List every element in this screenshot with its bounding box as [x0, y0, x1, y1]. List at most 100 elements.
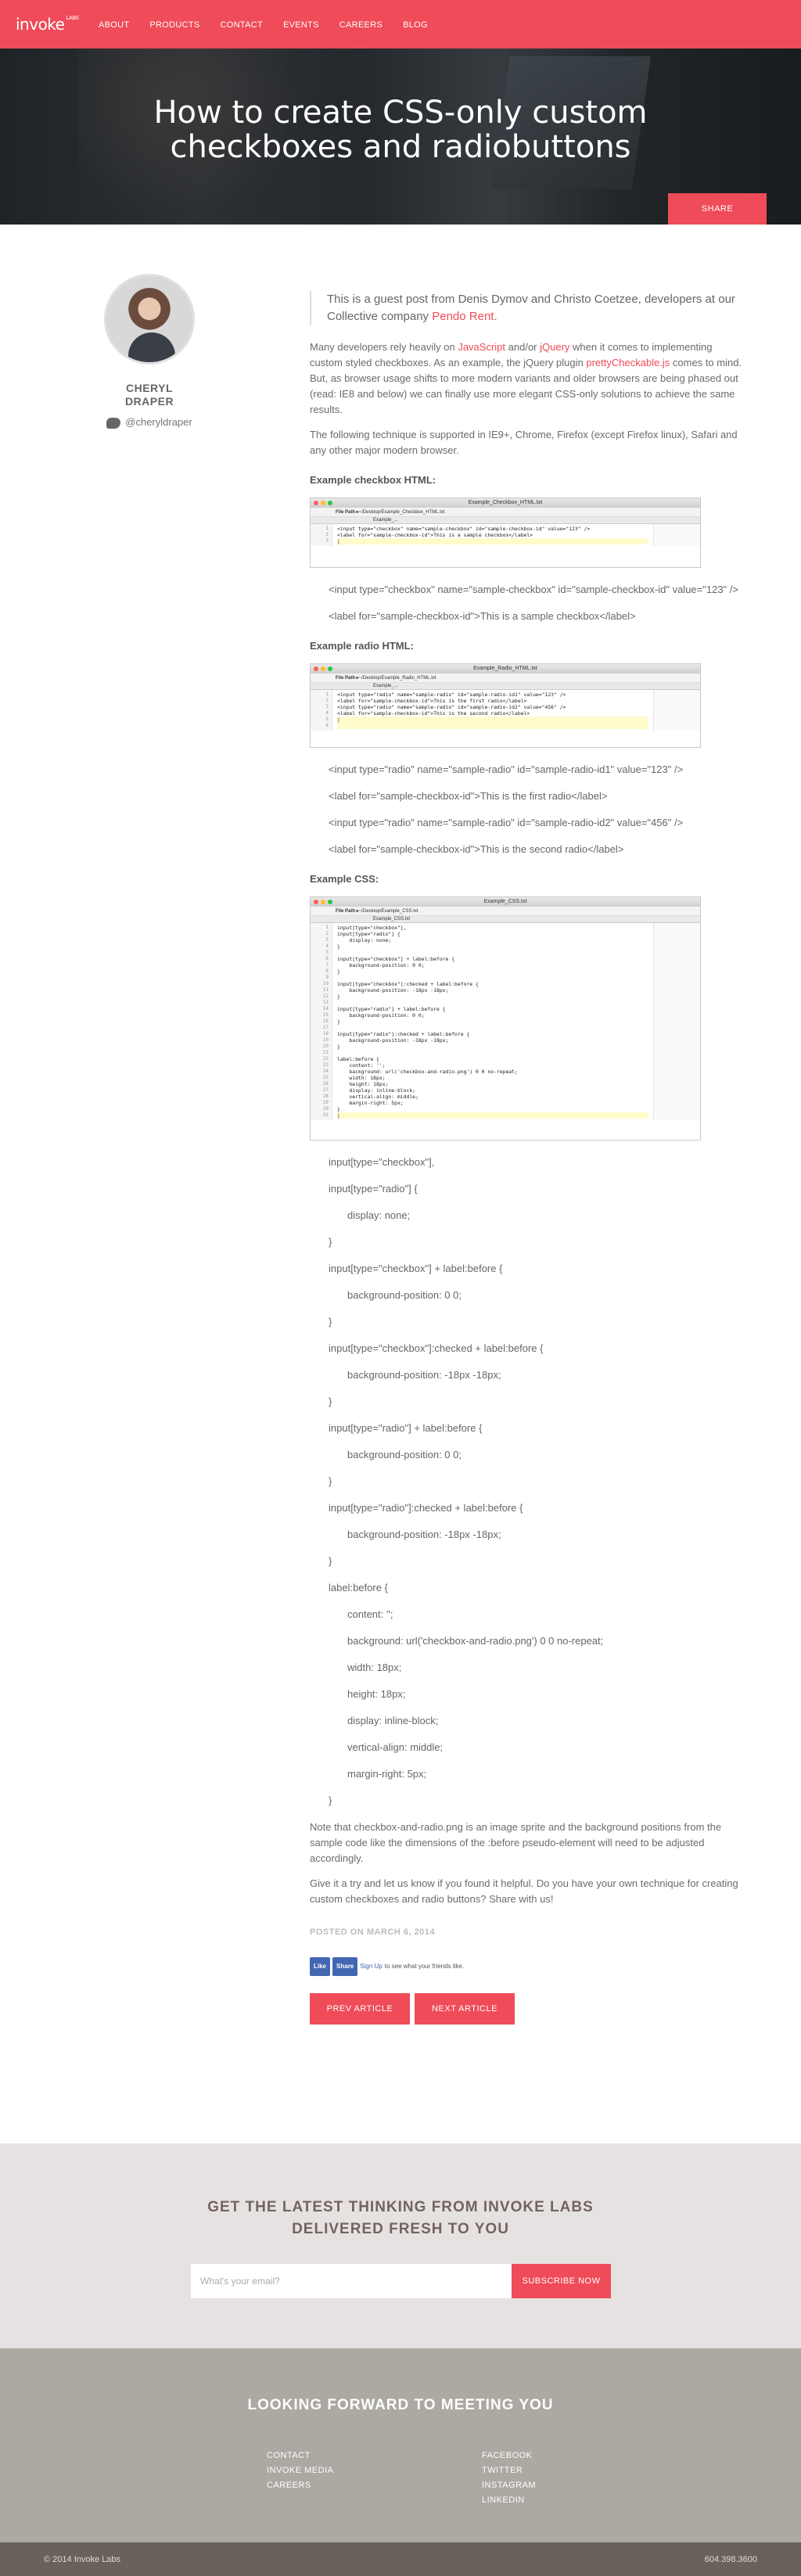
- checkbox-html-heading: Example checkbox HTML:: [310, 474, 436, 486]
- css-code-line: display: none;: [347, 1209, 411, 1221]
- css-code-line: }: [329, 1236, 332, 1248]
- site-footer: LOOKING FORWARD TO MEETING YOU CONTACT I…: [0, 2348, 801, 2542]
- fb-share-button[interactable]: Share: [332, 1957, 358, 1976]
- subscribe-button[interactable]: SUBSCRIBE NOW: [512, 2264, 611, 2298]
- twitter-icon: [106, 417, 121, 429]
- editor-path-bar: File Path ▸~/Desktop/Example_CSS.txt: [311, 907, 700, 916]
- editor-title-bar: Example_Radio_HTML.txt: [311, 664, 700, 674]
- css-editor-screenshot: Example_CSS.txt File Path ▸~/Desktop/Exam…: [310, 896, 701, 1141]
- radio-html-heading: Example radio HTML:: [310, 640, 414, 652]
- css-heading: Example CSS:: [310, 873, 379, 885]
- radio-editor-screenshot: Example_Radio_HTML.txt File Path ▸~/Deskt…: [310, 663, 701, 748]
- pendo-rent-link[interactable]: Pendo Rent: [432, 310, 494, 323]
- css-code-line: background: url('checkbox-and-radio.png'…: [347, 1635, 604, 1647]
- radio-code-line: <label for="sample-checkbox-id">This is …: [329, 843, 624, 855]
- css-code-line: width: 18px;: [347, 1662, 402, 1673]
- editor-tab: Example_...: [311, 683, 700, 690]
- article-pagination: PREV ARTICLE NEXT ARTICLE: [310, 1993, 744, 2025]
- newsletter-section: GET THE LATEST THINKING FROM INVOKE LABS…: [0, 2143, 801, 2348]
- editor-line-numbers: 123456: [311, 690, 332, 731]
- editor-path-bar: File Path ▸~/Desktop/Example_Radio_HTML.…: [311, 674, 700, 683]
- editor-title-bar: Example_Checkbox_HTML.txt: [311, 498, 700, 508]
- css-code-block: input[type="checkbox"], input[type="radio…: [310, 1155, 744, 1809]
- css-code-line: background-position: 0 0;: [347, 1289, 462, 1301]
- prettycheckable-link[interactable]: prettyCheckable.js: [586, 357, 670, 368]
- checkbox-editor-screenshot: Example_Checkbox_HTML.txt File Path ▸~/De…: [310, 498, 701, 568]
- css-code-line: background-position: 0 0;: [347, 1449, 462, 1460]
- author-twitter-handle[interactable]: @cheryldraper: [75, 416, 224, 429]
- invoke-logo[interactable]: invoke LABS: [16, 15, 79, 34]
- email-input[interactable]: [191, 2264, 512, 2298]
- editor-code: <input type="radio" name="sample-radio" …: [332, 690, 653, 731]
- facebook-like-widget: Like Share Sign Up to see what your frie…: [310, 1957, 744, 1976]
- fb-signup-link[interactable]: Sign Up: [360, 1959, 382, 1974]
- site-header: invoke LABS ABOUT PRODUCTS CONTACT EVENTS…: [0, 0, 801, 49]
- bottom-bar: © 2014 Invoke Labs 604.398.3600: [0, 2542, 801, 2576]
- css-code-line: input[type="radio"]:checked + label:befo…: [329, 1502, 523, 1514]
- nav-events[interactable]: EVENTS: [283, 20, 319, 30]
- editor-tab: Example_CSS.txt: [311, 916, 700, 923]
- css-code-line: height: 18px;: [347, 1688, 406, 1700]
- css-code-line: }: [329, 1316, 332, 1328]
- css-code-line: margin-right: 5px;: [347, 1768, 427, 1780]
- css-code-line: content: '';: [347, 1608, 393, 1620]
- page-title: How to create CSS-only custom checkboxes…: [153, 95, 648, 165]
- editor-title-bar: Example_CSS.txt: [311, 897, 700, 907]
- css-code-line: input[type="checkbox"],: [329, 1156, 435, 1168]
- editor-tab: Example_...: [311, 517, 700, 524]
- nav-blog[interactable]: BLOG: [403, 20, 428, 30]
- footer-link-linkedin[interactable]: LINKEDIN: [482, 2493, 536, 2508]
- jquery-link[interactable]: jQuery: [540, 341, 569, 353]
- nav-contact[interactable]: CONTACT: [221, 20, 263, 30]
- radio-code-line: <label for="sample-checkbox-id">This is …: [329, 790, 608, 802]
- article-body: This is a guest post from Denis Dymov an…: [310, 291, 744, 2025]
- css-code-line: input[type="radio"] + label:before {: [329, 1422, 483, 1434]
- nav-careers[interactable]: CAREERS: [339, 20, 383, 30]
- css-code-line: background-position: -18px -18px;: [347, 1369, 501, 1381]
- fb-like-button[interactable]: Like: [310, 1957, 331, 1976]
- paragraph-sprite-note: Note that checkbox-and-radio.png is an i…: [310, 1821, 722, 1864]
- nav-about[interactable]: ABOUT: [99, 20, 129, 30]
- css-code-line: background-position: -18px -18px;: [347, 1529, 501, 1540]
- editor-line-numbers: 123: [311, 524, 332, 546]
- checkbox-code-line: <label for="sample-checkbox-id">This is …: [329, 610, 636, 622]
- paragraph-intro: Many developers rely heavily on JavaScri…: [310, 341, 742, 415]
- next-article-button[interactable]: NEXT ARTICLE: [415, 1993, 515, 2025]
- radio-code-line: <input type="radio" name="sample-radio" …: [329, 817, 684, 828]
- css-code-line: label:before {: [329, 1582, 388, 1593]
- css-code-line: input[type="checkbox"] + label:before {: [329, 1263, 503, 1274]
- css-code-line: }: [329, 1555, 332, 1567]
- css-code-line: input[type="radio"] {: [329, 1183, 418, 1195]
- footer-link-invoke-media[interactable]: INVOKE MEDIA: [267, 2463, 333, 2478]
- footer-link-careers[interactable]: CAREERS: [267, 2478, 333, 2493]
- author-card: CHERYL DRAPER @cheryldraper: [75, 274, 224, 429]
- posted-date: POSTED ON MARCH 6, 2014: [310, 1928, 436, 1937]
- footer-link-contact[interactable]: CONTACT: [267, 2448, 333, 2463]
- author-avatar: [104, 274, 195, 365]
- copyright: © 2014 Invoke Labs: [44, 2555, 121, 2564]
- nav-products[interactable]: PRODUCTS: [149, 20, 199, 30]
- footer-links-company: CONTACT INVOKE MEDIA CAREERS: [267, 2448, 333, 2493]
- hero-banner: How to create CSS-only custom checkboxes…: [0, 49, 801, 225]
- css-code-line: vertical-align: middle;: [347, 1741, 444, 1753]
- newsletter-title: GET THE LATEST THINKING FROM INVOKE LABS…: [207, 2199, 594, 2237]
- paragraph-closing: Give it a try and let us know if you fou…: [310, 1877, 738, 1905]
- css-code-line: }: [329, 1475, 332, 1487]
- footer-links-social: FACEBOOK TWITTER INSTAGRAM LINKEDIN: [482, 2448, 536, 2508]
- footer-link-twitter[interactable]: TWITTER: [482, 2463, 536, 2478]
- author-name: CHERYL DRAPER: [124, 382, 174, 408]
- prev-article-button[interactable]: PREV ARTICLE: [310, 1993, 410, 2025]
- javascript-link[interactable]: JavaScript: [458, 341, 505, 353]
- css-code-line: input[type="checkbox"]:checked + label:b…: [329, 1342, 544, 1354]
- main-nav: ABOUT PRODUCTS CONTACT EVENTS CAREERS BL…: [99, 20, 448, 30]
- editor-line-numbers: 1 2 3 4 5 6 7 8 9 10 11 12 13 14 15 16 17 18 19 20 21 22 23 24 2…: [311, 923, 332, 1120]
- editor-code: <input type="checkbox" name="sample-chec…: [332, 524, 653, 546]
- css-code-line: }: [329, 1396, 332, 1407]
- intro-quote: This is a guest post from Denis Dymov an…: [310, 291, 744, 325]
- editor-code: input[type="checkbox"], input[type="radio…: [332, 923, 653, 1120]
- phone-number[interactable]: 604.398.3600: [705, 2555, 757, 2564]
- share-button[interactable]: SHARE: [668, 193, 767, 225]
- footer-link-facebook[interactable]: FACEBOOK: [482, 2448, 536, 2463]
- footer-link-instagram[interactable]: INSTAGRAM: [482, 2478, 536, 2493]
- footer-title: LOOKING FORWARD TO MEETING YOU: [247, 2397, 554, 2413]
